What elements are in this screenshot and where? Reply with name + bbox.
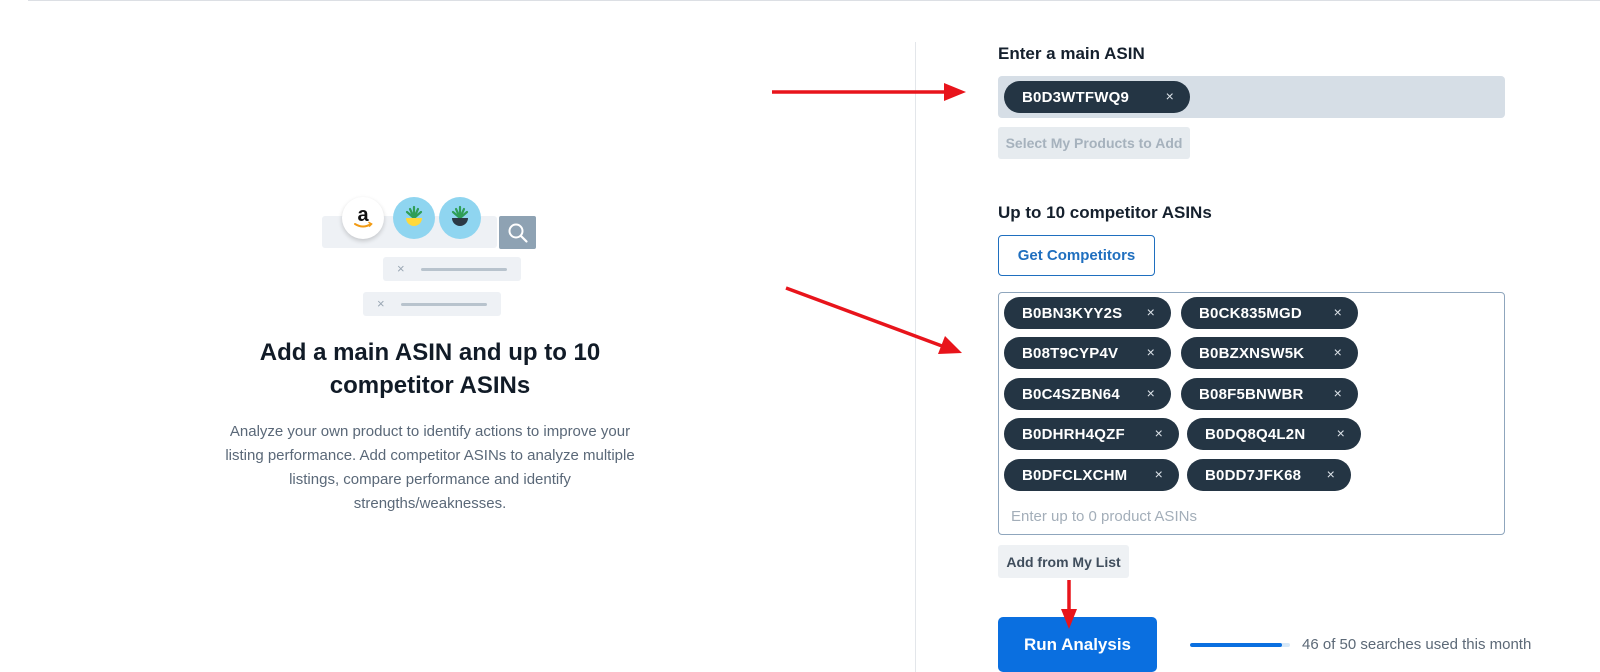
empty-state-title: Add a main ASIN and up to 10 competitor …: [259, 339, 601, 399]
remove-chip-icon[interactable]: ×: [1334, 344, 1342, 360]
arrow-to-competitors: [785, 286, 962, 354]
illustration-result-row: ×: [383, 257, 521, 281]
usage-progress-bar: [1190, 643, 1290, 647]
close-icon: ×: [377, 296, 385, 311]
chip-label: B08T9CYP4V: [1022, 344, 1119, 362]
competitor-asin-placeholder[interactable]: Enter up to 0 product ASINs: [1011, 508, 1197, 525]
top-divider: [28, 0, 1600, 1]
competitor-chip: B0BN3KYY2S ×: [1004, 297, 1171, 329]
competitor-chip: B0DHRH4QZF ×: [1004, 418, 1179, 450]
remove-chip-icon[interactable]: ×: [1155, 466, 1163, 482]
chip-label: B0D3WTFWQ9: [1022, 88, 1129, 106]
empty-state-description: Analyze your own product to identify act…: [225, 423, 635, 512]
chip-label: B0BN3KYY2S: [1022, 304, 1123, 322]
placeholder-line: [401, 303, 487, 306]
remove-chip-icon[interactable]: ×: [1155, 425, 1163, 441]
chip-label: B0CK835MGD: [1199, 304, 1302, 322]
remove-chip-icon[interactable]: ×: [1147, 304, 1155, 320]
chip-label: B0DHRH4QZF: [1022, 425, 1125, 443]
competitor-chip: B0DFCLXCHM ×: [1004, 459, 1179, 491]
remove-chip-icon[interactable]: ×: [1147, 344, 1155, 360]
chip-label: B0BZXNSW5K: [1199, 344, 1305, 362]
competitor-chip: B0DD7JFK68 ×: [1187, 459, 1351, 491]
chip-label: B08F5BNWBR: [1199, 385, 1304, 403]
arrow-to-main-asin: [772, 83, 966, 101]
plant-pot-yellow-icon: [393, 197, 435, 239]
chip-label: B0DD7JFK68: [1205, 466, 1302, 484]
competitor-chip: B0BZXNSW5K ×: [1181, 337, 1358, 369]
chip-label: B0DQ8Q4L2N: [1205, 425, 1306, 443]
competitor-chip: B0DQ8Q4L2N ×: [1187, 418, 1361, 450]
remove-chip-icon[interactable]: ×: [1334, 304, 1342, 320]
amazon-logo-icon: a: [342, 197, 384, 239]
main-asin-label: Enter a main ASIN: [998, 44, 1145, 63]
remove-chip-icon[interactable]: ×: [1337, 425, 1345, 441]
remove-chip-icon[interactable]: ×: [1327, 466, 1335, 482]
placeholder-line: [421, 268, 507, 271]
plant-pot-dark-icon: [439, 197, 481, 239]
select-my-products-button[interactable]: Select My Products to Add: [998, 127, 1190, 159]
competitor-asins-label: Up to 10 competitor ASINs: [998, 203, 1212, 222]
chip-label: B0C4SZBN64: [1022, 385, 1120, 403]
competitor-chip: B0C4SZBN64 ×: [1004, 378, 1171, 410]
remove-chip-icon[interactable]: ×: [1334, 385, 1342, 401]
close-icon: ×: [397, 261, 405, 276]
search-icon: [499, 216, 536, 249]
get-competitors-button[interactable]: Get Competitors: [998, 235, 1155, 276]
usage-progress-fill: [1190, 643, 1282, 647]
remove-chip-icon[interactable]: ×: [1166, 88, 1174, 104]
amazon-logo-letter: a: [357, 204, 369, 226]
usage-text: 46 of 50 searches used this month: [1302, 636, 1532, 653]
main-asin-chip: B0D3WTFWQ9 ×: [1004, 81, 1190, 113]
column-divider: [915, 42, 916, 672]
competitor-chip: B08T9CYP4V ×: [1004, 337, 1171, 369]
competitor-chip: B08F5BNWBR ×: [1181, 378, 1358, 410]
search-illustration: a × ×: [320, 190, 540, 330]
illustration-result-row: ×: [363, 292, 501, 316]
add-from-my-list-button[interactable]: Add from My List: [998, 545, 1129, 578]
competitor-chip: B0CK835MGD ×: [1181, 297, 1358, 329]
run-analysis-button[interactable]: Run Analysis: [998, 617, 1157, 672]
chip-label: B0DFCLXCHM: [1022, 466, 1128, 484]
remove-chip-icon[interactable]: ×: [1147, 385, 1155, 401]
